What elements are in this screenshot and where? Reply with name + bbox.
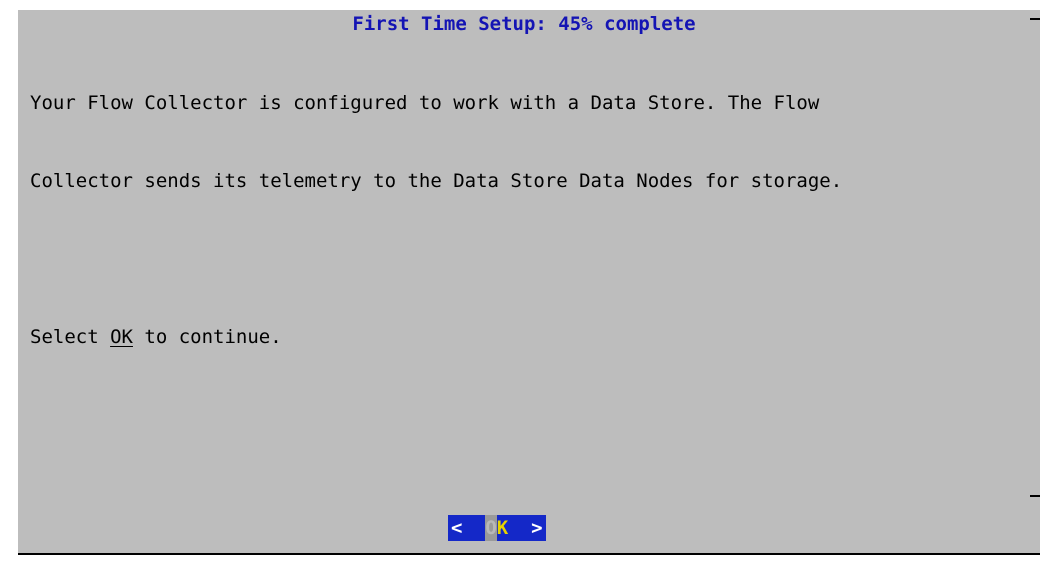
dialog-title: First Time Setup: 45% complete	[352, 13, 696, 35]
ok-button-left-bracket: <	[451, 517, 463, 539]
message-line-1: Your Flow Collector is configured to wor…	[30, 92, 820, 114]
dialog-frame-tick-top	[1030, 18, 1040, 20]
ok-button-label-rest: K	[496, 517, 509, 539]
ok-button-hotkey: O	[485, 515, 497, 541]
dialog-message: Your Flow Collector is configured to wor…	[30, 38, 842, 402]
setup-dialog: First Time Setup: 45% complete Your Flow…	[18, 10, 1040, 555]
ok-button-right-bracket: >	[531, 517, 543, 539]
prompt-ok-keyword: OK	[110, 326, 133, 348]
dialog-frame-tick-bottom	[1030, 495, 1040, 497]
prompt-prefix: Select	[30, 326, 111, 348]
continue-prompt: Select OK to continue.	[30, 324, 842, 350]
prompt-suffix: to continue.	[132, 326, 282, 348]
ok-button[interactable]: < OK >	[448, 515, 546, 541]
message-line-2: Collector sends its telemetry to the Dat…	[30, 170, 843, 192]
